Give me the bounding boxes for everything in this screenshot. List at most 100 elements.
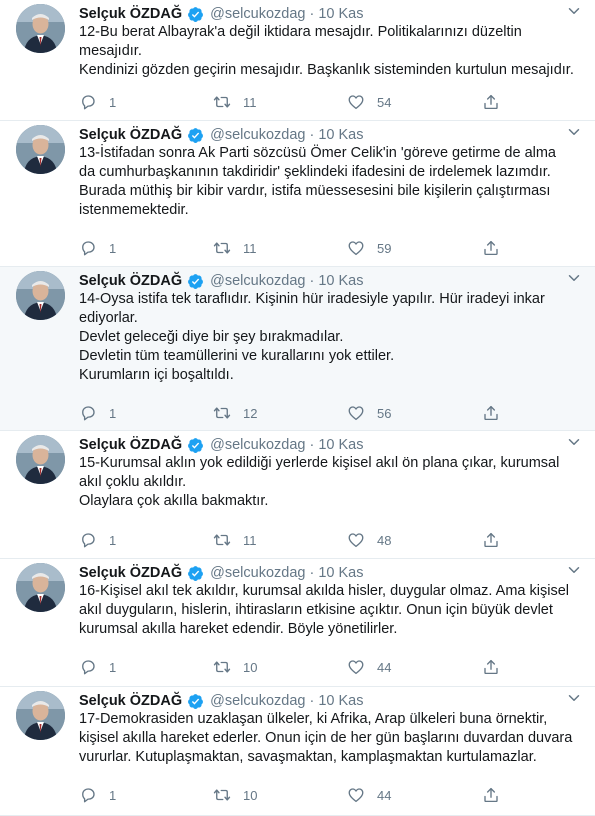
tweet-date[interactable]: 10 Kas — [318, 127, 363, 143]
tweet-date[interactable]: 10 Kas — [318, 693, 363, 709]
retweet-icon — [213, 242, 231, 254]
reply-button[interactable]: 1 — [79, 657, 116, 677]
verified-badge-icon — [188, 437, 204, 453]
retweet-button[interactable]: 11 — [213, 530, 257, 550]
like-button[interactable]: 59 — [347, 238, 391, 258]
tweet-date[interactable]: 10 Kas — [318, 565, 363, 581]
like-button[interactable]: 56 — [347, 403, 391, 423]
avatar[interactable] — [16, 271, 65, 320]
tweet[interactable]: Selçuk ÖZDAĞ @selcukozdag · 10 Kas 12-Bu… — [0, 0, 595, 121]
share-button[interactable] — [482, 403, 500, 423]
reply-icon — [82, 660, 95, 675]
tweet-header: Selçuk ÖZDAĞ @selcukozdag · 10 Kas — [79, 271, 363, 291]
reply-icon — [82, 406, 95, 421]
author-name[interactable]: Selçuk ÖZDAĞ — [79, 437, 182, 453]
author-handle[interactable]: @selcukozdag — [210, 437, 305, 453]
separator-dot: · — [309, 437, 315, 453]
retweet-icon — [213, 789, 231, 801]
tweet-text: 16-Kişisel akıl tek akıldır, kurumsal ak… — [79, 582, 579, 639]
chevron-down-icon[interactable] — [565, 689, 583, 707]
tweet-text-line: Burada müthiş bir kibir vardır, istifa m… — [79, 183, 551, 199]
share-icon — [484, 787, 498, 803]
heart-icon — [348, 788, 364, 803]
author-handle[interactable]: @selcukozdag — [210, 565, 305, 581]
tweet-date[interactable]: 10 Kas — [318, 273, 363, 289]
tweet-thread: Selçuk ÖZDAĞ @selcukozdag · 10 Kas 12-Bu… — [0, 0, 595, 816]
avatar[interactable] — [16, 691, 65, 740]
tweet-text: 12-Bu berat Albayrak'a değil iktidara me… — [79, 23, 579, 80]
retweet-button[interactable]: 12 — [213, 403, 257, 423]
avatar[interactable] — [16, 125, 65, 174]
author-handle[interactable]: @selcukozdag — [210, 127, 305, 143]
reply-icon — [82, 533, 95, 548]
author-handle[interactable]: @selcukozdag — [210, 693, 305, 709]
chevron-down-icon[interactable] — [565, 123, 583, 141]
share-button[interactable] — [482, 657, 500, 677]
chevron-down-icon[interactable] — [565, 269, 583, 287]
tweet-text-line: Kurumların içi boşaltıldı. — [79, 367, 234, 383]
tweet[interactable]: Selçuk ÖZDAĞ @selcukozdag · 10 Kas 13-İs… — [0, 121, 595, 267]
author-handle[interactable]: @selcukozdag — [210, 273, 305, 289]
chevron-down-icon[interactable] — [565, 2, 583, 20]
tweet-text-line: Devletin tüm teamüllerini ve kurallarını… — [79, 348, 395, 364]
chevron-down-icon[interactable] — [565, 561, 583, 579]
reply-count: 1 — [109, 659, 117, 675]
tweet-text-line: akıl duyguların, hislerin, ihtirasların … — [79, 602, 553, 618]
separator-dot: · — [309, 565, 315, 581]
author-name[interactable]: Selçuk ÖZDAĞ — [79, 565, 182, 581]
chevron-down-icon[interactable] — [565, 433, 583, 451]
share-button[interactable] — [482, 92, 500, 112]
reply-button[interactable]: 1 — [79, 238, 116, 258]
retweet-button[interactable]: 10 — [213, 657, 257, 677]
tweet-text-line: Olaylara çok akılla bakmaktır. — [79, 493, 269, 509]
avatar[interactable] — [16, 563, 65, 612]
reply-button[interactable]: 1 — [79, 530, 116, 550]
reply-count: 1 — [109, 405, 117, 421]
avatar[interactable] — [16, 4, 65, 53]
like-button[interactable]: 54 — [347, 92, 391, 112]
tweet[interactable]: Selçuk ÖZDAĞ @selcukozdag · 10 Kas 15-Ku… — [0, 431, 595, 559]
retweet-icon — [213, 96, 231, 108]
tweet-actions: 1 11 54 — [79, 92, 519, 112]
reply-count: 1 — [109, 532, 117, 548]
tweet-actions: 1 12 56 — [79, 403, 519, 423]
tweet-text-line: Kendinizi gözden geçirin mesajıdır. Başk… — [79, 62, 574, 78]
author-handle[interactable]: @selcukozdag — [210, 6, 305, 22]
reply-button[interactable]: 1 — [79, 403, 116, 423]
tweet-text-line: 17-Demokrasiden uzaklaşan ülkeler, ki Af… — [79, 711, 548, 727]
retweet-button[interactable]: 11 — [213, 238, 257, 258]
tweet-text-line: vururlar. Kutuplaşmaktan, savaşmaktan, k… — [79, 749, 537, 765]
share-button[interactable] — [482, 530, 500, 550]
share-button[interactable] — [482, 238, 500, 258]
retweet-button[interactable]: 10 — [213, 785, 257, 805]
avatar[interactable] — [16, 435, 65, 484]
like-button[interactable]: 44 — [347, 785, 391, 805]
tweet-text: 17-Demokrasiden uzaklaşan ülkeler, ki Af… — [79, 710, 579, 767]
separator-dot: · — [309, 6, 315, 22]
tweet-date[interactable]: 10 Kas — [318, 437, 363, 453]
retweet-count: 11 — [243, 94, 257, 110]
author-name[interactable]: Selçuk ÖZDAĞ — [79, 127, 182, 143]
like-button[interactable]: 48 — [347, 530, 391, 550]
tweet-text-line: 13-İstifadan sonra Ak Parti sözcüsü Ömer… — [79, 145, 556, 161]
share-button[interactable] — [482, 785, 500, 805]
author-name[interactable]: Selçuk ÖZDAĞ — [79, 273, 182, 289]
retweet-button[interactable]: 11 — [213, 92, 257, 112]
author-name[interactable]: Selçuk ÖZDAĞ — [79, 6, 182, 22]
tweet-text-line: Devlet geleceği diye bir şey bırakmadıla… — [79, 329, 344, 345]
tweet-text-line: 16-Kişisel akıl tek akıldır, kurumsal ak… — [79, 583, 569, 599]
heart-icon — [348, 406, 364, 421]
tweet-text-line: kurumsal akılla hareket edendir. Böyle y… — [79, 621, 398, 637]
tweet[interactable]: Selçuk ÖZDAĞ @selcukozdag · 10 Kas 14-Oy… — [0, 267, 595, 431]
retweet-count: 12 — [243, 405, 258, 421]
reply-count: 1 — [109, 240, 117, 256]
share-icon — [484, 532, 498, 548]
tweet-actions: 1 10 44 — [79, 785, 519, 805]
reply-button[interactable]: 1 — [79, 785, 116, 805]
tweet-date[interactable]: 10 Kas — [318, 6, 363, 22]
like-button[interactable]: 44 — [347, 657, 391, 677]
tweet[interactable]: Selçuk ÖZDAĞ @selcukozdag · 10 Kas 17-De… — [0, 687, 595, 816]
reply-button[interactable]: 1 — [79, 92, 116, 112]
tweet[interactable]: Selçuk ÖZDAĞ @selcukozdag · 10 Kas 16-Ki… — [0, 559, 595, 687]
author-name[interactable]: Selçuk ÖZDAĞ — [79, 693, 182, 709]
